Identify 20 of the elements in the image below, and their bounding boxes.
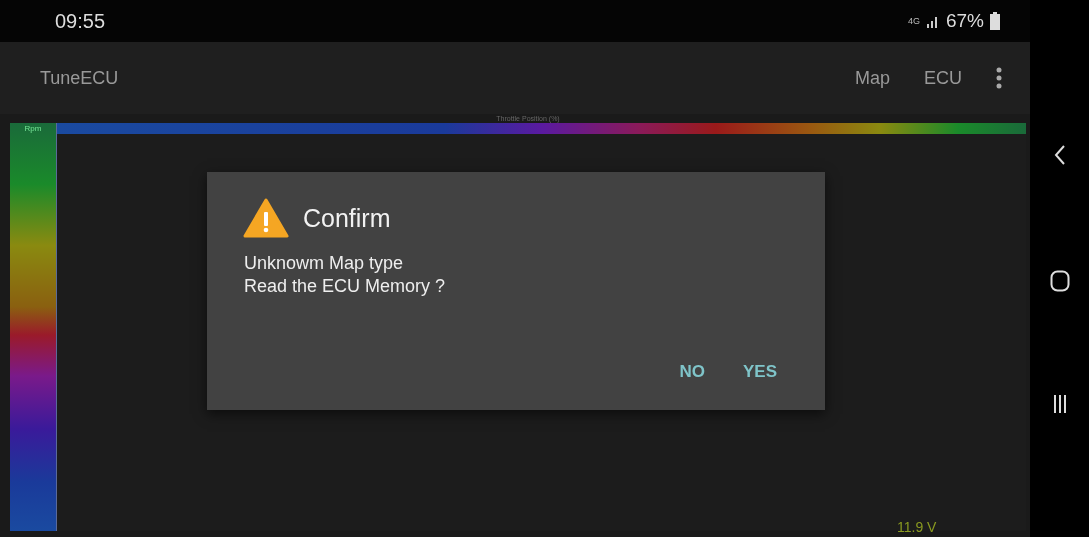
overflow-menu-icon[interactable] [996,67,1002,89]
dialog-button[interactable]: NO [675,356,709,388]
voltage-reading: 11.9 V [897,519,937,535]
menu-action[interactable]: ECU [924,67,962,89]
app-title: TuneECU [40,67,119,89]
axis-title: Rpm [24,123,42,133]
dialog-message: Read the ECU Memory ? [244,275,447,298]
battery-percent: 67% [945,10,984,32]
warning-icon [243,198,289,238]
dialog-title: Confirm [303,203,391,233]
dialog-button[interactable]: YES [738,356,781,388]
menu-action[interactable]: Map [854,67,890,89]
battery-icon [990,12,1000,30]
dialog-message: Unknowm Map type [244,252,405,275]
home-icon[interactable] [1049,269,1070,292]
signal-icon [925,14,940,28]
clock-time: 09:55 [55,9,106,33]
back-icon[interactable] [1053,143,1066,166]
recents-icon[interactable] [1052,395,1067,414]
network-type: 4G [907,16,920,26]
